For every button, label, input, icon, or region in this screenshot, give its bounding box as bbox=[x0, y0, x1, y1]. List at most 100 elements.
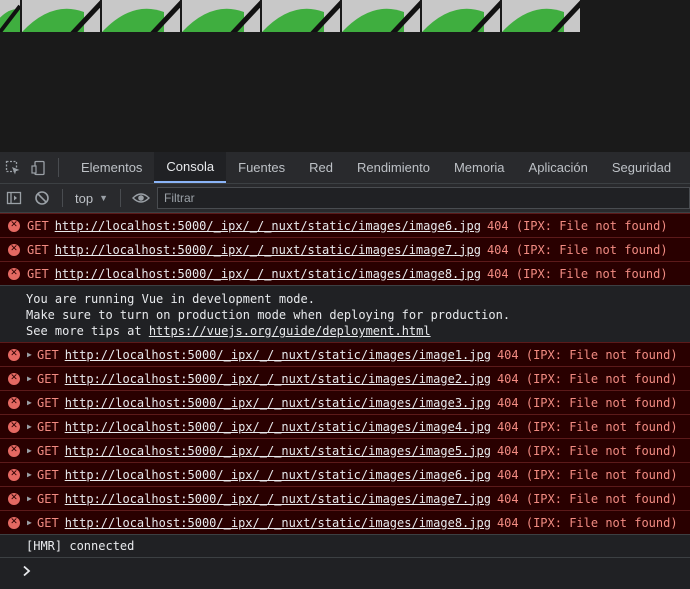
request-method: GET bbox=[27, 218, 49, 233]
chevron-down-icon: ▼ bbox=[99, 193, 108, 203]
filter-input[interactable] bbox=[162, 190, 689, 206]
console-prompt[interactable] bbox=[0, 557, 690, 584]
devtools-panel: Elementos Consola Fuentes Red Rendimient… bbox=[0, 152, 690, 589]
toolbar-divider bbox=[120, 189, 121, 207]
request-url-link[interactable]: http://localhost:5000/_ipx/_/_nuxt/stati… bbox=[65, 372, 491, 386]
log-line: See more tips at https://vuejs.org/guide… bbox=[26, 323, 690, 339]
tab-memoria[interactable]: Memoria bbox=[442, 152, 517, 183]
broken-image-thumbnail bbox=[0, 0, 20, 32]
request-url-link[interactable]: http://localhost:5000/_ipx/_/_nuxt/stati… bbox=[65, 348, 491, 362]
broken-image-thumbnail bbox=[22, 0, 100, 32]
error-icon: ✕ bbox=[8, 516, 20, 529]
console-error-row[interactable]: ✕ ▶ GET http://localhost:5000/_ipx/_/_nu… bbox=[0, 510, 690, 534]
expand-arrow-icon[interactable]: ▶ bbox=[27, 446, 33, 455]
request-url-link[interactable]: http://localhost:5000/_ipx/_/_nuxt/stati… bbox=[65, 468, 491, 482]
broken-image-thumbnail bbox=[342, 0, 420, 32]
console-error-row[interactable]: ✕ ▶ GET http://localhost:5000/_ipx/_/_nu… bbox=[0, 486, 690, 510]
vue-dev-mode-message: You are running Vue in development mode.… bbox=[0, 285, 690, 342]
error-status: 404 (IPX: File not found) bbox=[496, 515, 678, 530]
log-line: You are running Vue in development mode. bbox=[26, 292, 315, 306]
console-messages: ✕ GET http://localhost:5000/_ipx/_/_nuxt… bbox=[0, 213, 690, 589]
request-method: GET bbox=[37, 443, 59, 458]
console-error-row[interactable]: ✕ ▶ GET http://localhost:5000/_ipx/_/_nu… bbox=[0, 438, 690, 462]
error-status: 404 (IPX: File not found) bbox=[496, 467, 678, 482]
broken-image-thumbnail bbox=[262, 0, 340, 32]
expand-arrow-icon[interactable]: ▶ bbox=[27, 422, 33, 431]
live-expression-icon[interactable] bbox=[127, 184, 155, 212]
expand-arrow-icon[interactable]: ▶ bbox=[27, 518, 33, 527]
clear-console-icon[interactable] bbox=[28, 184, 56, 212]
console-error-row[interactable]: ✕ GET http://localhost:5000/_ipx/_/_nuxt… bbox=[0, 237, 690, 261]
show-sidebar-icon[interactable] bbox=[0, 184, 28, 212]
console-error-row[interactable]: ✕ ▶ GET http://localhost:5000/_ipx/_/_nu… bbox=[0, 366, 690, 390]
console-error-row[interactable]: ✕ GET http://localhost:5000/_ipx/_/_nuxt… bbox=[0, 261, 690, 285]
execution-context-selector[interactable]: top ▼ bbox=[69, 191, 114, 206]
inspect-element-icon[interactable] bbox=[0, 152, 26, 183]
expand-arrow-icon[interactable]: ▶ bbox=[27, 374, 33, 383]
error-status: 404 (IPX: File not found) bbox=[496, 491, 678, 506]
device-toolbar-icon[interactable] bbox=[26, 152, 52, 183]
broken-image-thumbnail bbox=[502, 0, 580, 32]
error-status: 404 (IPX: File not found) bbox=[496, 419, 678, 434]
broken-image-thumbnail bbox=[422, 0, 500, 32]
tab-fuentes[interactable]: Fuentes bbox=[226, 152, 297, 183]
tab-red[interactable]: Red bbox=[297, 152, 345, 183]
broken-image-strip bbox=[0, 0, 582, 34]
filter-box bbox=[157, 187, 690, 209]
toolbar-divider bbox=[62, 189, 63, 207]
console-prompt-icon bbox=[23, 565, 31, 577]
tabbar-divider bbox=[58, 158, 59, 177]
expand-arrow-icon[interactable]: ▶ bbox=[27, 470, 33, 479]
error-icon: ✕ bbox=[8, 219, 20, 232]
error-icon: ✕ bbox=[8, 243, 20, 256]
vue-docs-link[interactable]: https://vuejs.org/guide/deployment.html bbox=[149, 324, 431, 338]
log-text: See more tips at bbox=[26, 324, 149, 338]
tab-elementos[interactable]: Elementos bbox=[69, 152, 154, 183]
tab-rendimiento[interactable]: Rendimiento bbox=[345, 152, 442, 183]
tab-consola[interactable]: Consola bbox=[154, 152, 227, 183]
tab-aplicacion[interactable]: Aplicación bbox=[517, 152, 600, 183]
error-status: 404 (IPX: File not found) bbox=[486, 266, 668, 281]
request-method: GET bbox=[37, 467, 59, 482]
tab-seguridad[interactable]: Seguridad bbox=[600, 152, 683, 183]
request-url-link[interactable]: http://localhost:5000/_ipx/_/_nuxt/stati… bbox=[55, 243, 481, 257]
context-label: top bbox=[75, 190, 94, 206]
request-method: GET bbox=[37, 419, 59, 434]
console-error-row[interactable]: ✕ ▶ GET http://localhost:5000/_ipx/_/_nu… bbox=[0, 342, 690, 366]
request-url-link[interactable]: http://localhost:5000/_ipx/_/_nuxt/stati… bbox=[55, 219, 481, 233]
error-icon: ✕ bbox=[8, 444, 20, 457]
request-method: GET bbox=[27, 266, 49, 281]
error-icon: ✕ bbox=[8, 492, 20, 505]
request-url-link[interactable]: http://localhost:5000/_ipx/_/_nuxt/stati… bbox=[65, 444, 491, 458]
request-url-link[interactable]: http://localhost:5000/_ipx/_/_nuxt/stati… bbox=[65, 492, 491, 506]
error-status: 404 (IPX: File not found) bbox=[496, 443, 678, 458]
devtools-tabbar: Elementos Consola Fuentes Red Rendimient… bbox=[0, 152, 690, 184]
error-icon: ✕ bbox=[8, 396, 20, 409]
error-status: 404 (IPX: File not found) bbox=[486, 242, 668, 257]
error-status: 404 (IPX: File not found) bbox=[496, 347, 678, 362]
log-line: Make sure to turn on production mode whe… bbox=[26, 308, 511, 322]
expand-arrow-icon[interactable]: ▶ bbox=[27, 398, 33, 407]
request-url-link[interactable]: http://localhost:5000/_ipx/_/_nuxt/stati… bbox=[65, 420, 491, 434]
console-error-row[interactable]: ✕ GET http://localhost:5000/_ipx/_/_nuxt… bbox=[0, 213, 690, 237]
error-status: 404 (IPX: File not found) bbox=[486, 218, 668, 233]
console-error-row[interactable]: ✕ ▶ GET http://localhost:5000/_ipx/_/_nu… bbox=[0, 462, 690, 486]
page-viewport bbox=[0, 0, 690, 152]
request-method: GET bbox=[37, 371, 59, 386]
error-icon: ✕ bbox=[8, 420, 20, 433]
expand-arrow-icon[interactable]: ▶ bbox=[27, 494, 33, 503]
console-error-row[interactable]: ✕ ▶ GET http://localhost:5000/_ipx/_/_nu… bbox=[0, 414, 690, 438]
error-status: 404 (IPX: File not found) bbox=[496, 371, 678, 386]
error-icon: ✕ bbox=[8, 267, 20, 280]
request-method: GET bbox=[37, 347, 59, 362]
request-method: GET bbox=[37, 395, 59, 410]
expand-arrow-icon[interactable]: ▶ bbox=[27, 350, 33, 359]
error-icon: ✕ bbox=[8, 348, 20, 361]
request-url-link[interactable]: http://localhost:5000/_ipx/_/_nuxt/stati… bbox=[65, 396, 491, 410]
error-icon: ✕ bbox=[8, 372, 20, 385]
console-error-row[interactable]: ✕ ▶ GET http://localhost:5000/_ipx/_/_nu… bbox=[0, 390, 690, 414]
error-status: 404 (IPX: File not found) bbox=[496, 395, 678, 410]
request-url-link[interactable]: http://localhost:5000/_ipx/_/_nuxt/stati… bbox=[55, 267, 481, 281]
broken-image-thumbnail bbox=[102, 0, 180, 32]
request-url-link[interactable]: http://localhost:5000/_ipx/_/_nuxt/stati… bbox=[65, 516, 491, 530]
